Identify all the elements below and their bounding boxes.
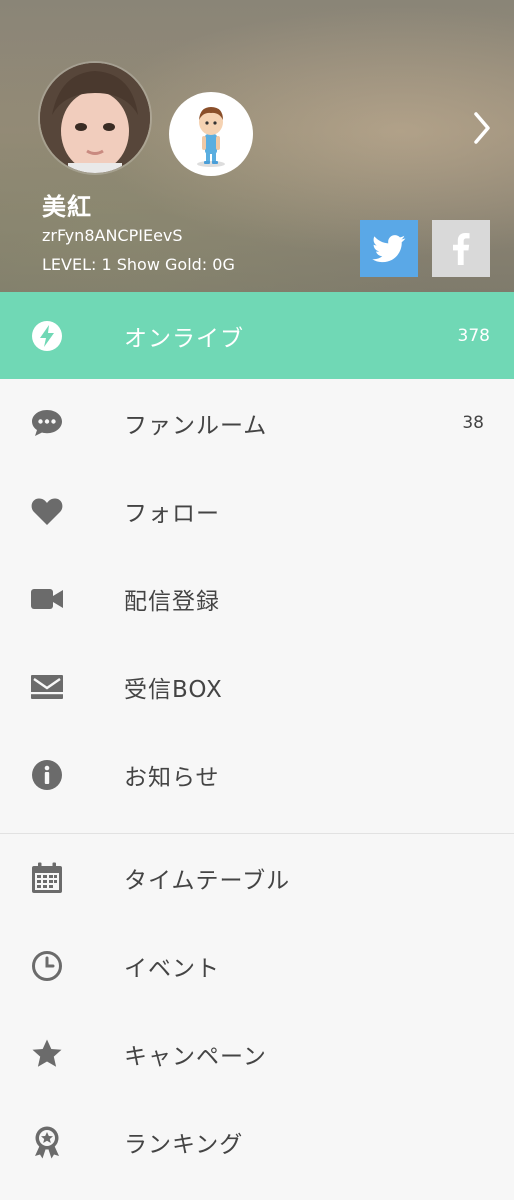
menu-label: ファンルーム	[124, 413, 268, 439]
inbox-mail-icon	[30, 670, 64, 704]
menu-item-campaign[interactable]: キャンペーン	[0, 1010, 514, 1098]
menu-item-timetable[interactable]: タイムテーブル	[0, 834, 514, 922]
twitter-icon	[372, 234, 406, 262]
menu-label: ランキング	[124, 1132, 244, 1158]
chevron-right-icon[interactable]	[468, 110, 496, 146]
menu-count: 38	[462, 413, 484, 433]
user-id: zrFyn8ANCPIEevS	[42, 226, 183, 245]
star-icon	[30, 1037, 64, 1071]
menu-item-onlive[interactable]: オンライブ 378	[0, 292, 514, 379]
menu-item-follow[interactable]: フォロー	[0, 467, 514, 555]
menu-item-inbox[interactable]: 受信BOX	[0, 643, 514, 731]
menu-label: フォロー	[124, 501, 220, 527]
level-and-gold: LEVEL: 1 Show Gold: 0G	[42, 255, 235, 274]
menu-item-fanroom[interactable]: ファンルーム 38	[0, 379, 514, 467]
menu-label: 配信登録	[124, 589, 220, 615]
calendar-icon	[30, 861, 64, 895]
user-avatar[interactable]	[40, 63, 150, 173]
menu-label: キャンペーン	[124, 1044, 267, 1070]
twitter-button[interactable]	[360, 220, 418, 277]
award-ribbon-icon	[30, 1125, 64, 1159]
user-name: 美紅	[42, 193, 92, 221]
menu-item-notice[interactable]: お知らせ	[0, 731, 514, 819]
menu-label: お知らせ	[124, 765, 220, 791]
facebook-icon	[453, 232, 470, 265]
bolt-icon	[30, 319, 64, 353]
level-text: LEVEL: 1	[42, 255, 112, 274]
info-icon	[30, 758, 64, 792]
side-menu: オンライブ 378 ファンルーム 38 フォロー 配信登録 受信BOX お知らせ	[0, 292, 514, 1186]
menu-label: オンライブ	[124, 325, 244, 352]
menu-label: 受信BOX	[124, 677, 223, 703]
clock-icon	[30, 949, 64, 983]
video-camera-icon	[30, 582, 64, 616]
profile-header[interactable]: 美紅 zrFyn8ANCPIEevS LEVEL: 1 Show Gold: 0…	[0, 0, 514, 292]
menu-item-broadcast-subscriptions[interactable]: 配信登録	[0, 555, 514, 643]
facebook-button[interactable]	[432, 220, 490, 277]
menu-item-ranking[interactable]: ランキング	[0, 1098, 514, 1186]
menu-item-event[interactable]: イベント	[0, 922, 514, 1010]
menu-count: 378	[457, 325, 490, 346]
menu-label: イベント	[124, 956, 220, 982]
chat-bubble-icon	[30, 406, 64, 440]
character-avatar[interactable]	[169, 92, 253, 176]
menu-label: タイムテーブル	[124, 868, 291, 894]
gold-text: Show Gold: 0G	[116, 255, 235, 274]
heart-icon	[30, 494, 64, 528]
